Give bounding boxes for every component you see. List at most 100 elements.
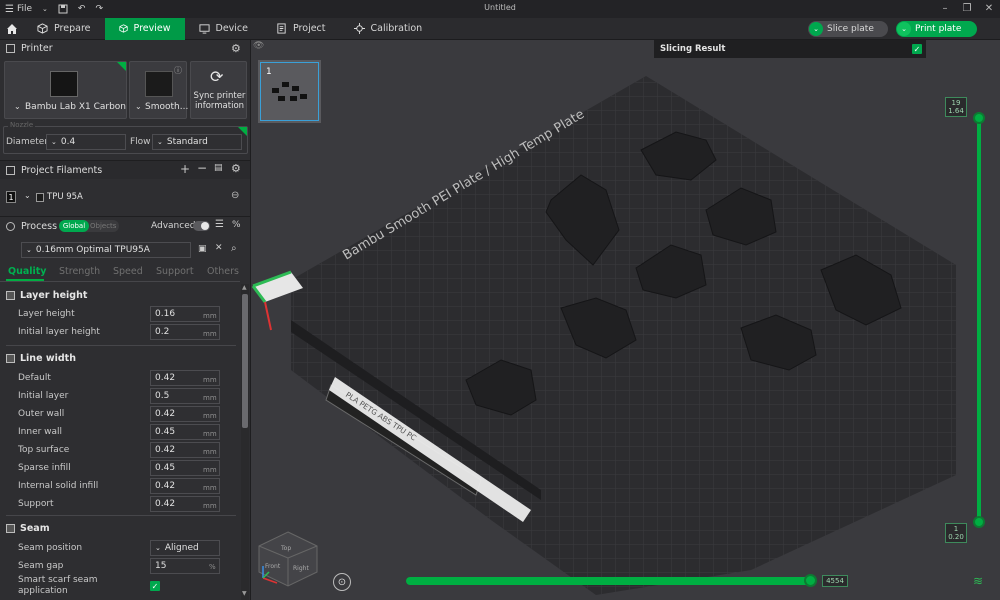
layer-slider-bottom-handle[interactable] <box>973 516 985 528</box>
toggle-global[interactable]: Global <box>59 220 89 232</box>
plate-thumbnail-panel[interactable]: 1 <box>256 58 323 125</box>
add-filament-button[interactable]: + <box>180 162 190 176</box>
filament-color-swatch <box>36 193 44 202</box>
undo-icon: ↶ <box>77 4 86 14</box>
smart-scarf-checkbox[interactable]: ✓ <box>150 581 160 591</box>
close-icon[interactable]: ✕ <box>215 243 223 253</box>
plate-name: Smooth... <box>145 102 189 112</box>
group-title-label: Seam <box>20 523 50 534</box>
selected-corner-badge <box>117 62 126 71</box>
setting-unit: mm <box>203 430 217 438</box>
move-slider-track[interactable] <box>406 577 816 585</box>
project-icon <box>277 23 286 34</box>
chevron-down-icon[interactable]: ⌄ <box>809 22 823 36</box>
slicing-result-label: Slicing Result <box>660 44 726 54</box>
info-icon[interactable]: ⓘ <box>174 65 182 76</box>
subtab-speed[interactable]: Speed <box>113 266 143 277</box>
diameter-select[interactable]: ⌄ 0.4 <box>46 134 126 150</box>
toggle-objects[interactable]: Objects <box>90 220 116 232</box>
hamburger-icon: ☰ <box>5 3 14 15</box>
close-icon[interactable]: ✕ <box>978 0 1000 18</box>
gear-icon[interactable]: ⚙ <box>231 162 241 175</box>
minimize-icon[interactable]: – <box>934 0 956 18</box>
print-plate-button[interactable]: ⌄ Print plate <box>896 21 977 37</box>
process-section-title: Process <box>21 221 58 232</box>
setting-label: Default <box>18 373 51 383</box>
advanced-toggle[interactable] <box>193 221 210 231</box>
scrollbar-thumb[interactable] <box>242 294 248 428</box>
chevron-down-icon: ⌄ <box>26 246 32 254</box>
remove-filament-button[interactable]: − <box>197 161 207 175</box>
chevron-down-icon: ⌄ <box>155 544 161 552</box>
view-cube-top[interactable]: Top <box>280 545 291 552</box>
camera-focus-icon[interactable]: ⊙ <box>333 573 351 591</box>
chevron-down-icon: ⌄ <box>14 102 21 111</box>
view-cube[interactable]: Top Front Right <box>255 528 321 590</box>
group-layer-height: Layer height <box>6 290 87 301</box>
setting-value: 0.42 <box>155 481 176 491</box>
3d-viewport[interactable]: Bambu Smooth PEI Plate / High Temp Plate… <box>251 40 1000 600</box>
plate-scene[interactable]: Bambu Smooth PEI Plate / High Temp Plate… <box>251 40 1000 600</box>
seam-position-select[interactable]: ⌄ Aligned <box>150 540 220 556</box>
layer-slider-top-handle[interactable] <box>973 112 985 124</box>
layer-bottom-height: 0.20 <box>948 533 964 541</box>
diameter-label: Diameter <box>6 137 49 147</box>
scroll-up-icon[interactable]: ▲ <box>242 284 247 291</box>
line-width-icon <box>6 354 15 363</box>
tab-prepare[interactable]: Prepare <box>23 18 105 40</box>
view-cube-front[interactable]: Front <box>265 563 281 570</box>
setting-label: Sparse infill <box>18 463 71 473</box>
printer-thumbnail <box>50 71 78 97</box>
undo-button[interactable]: ↶ <box>73 0 91 18</box>
remove-circle-icon[interactable]: ⊖ <box>231 190 239 201</box>
restore-icon[interactable]: ❐ <box>956 0 978 18</box>
tab-preview[interactable]: Preview <box>104 17 185 40</box>
printer-card[interactable]: ⌄ Bambu Lab X1 Carbon <box>4 61 127 119</box>
layers-icon[interactable]: ≋ <box>973 574 983 588</box>
home-icon <box>7 24 17 34</box>
settings-scrollbar[interactable]: ▲ ▼ <box>241 284 249 600</box>
plate-card[interactable]: ⓘ ⌄ Smooth... <box>129 61 189 119</box>
slicing-result-bar[interactable]: Slicing Result ✓ <box>654 40 926 58</box>
layer-top-label: 19 1.64 <box>945 97 967 117</box>
slice-plate-button[interactable]: ⌄ Slice plate <box>808 21 888 37</box>
filament-sync-icon[interactable]: ▤ <box>214 163 223 173</box>
tab-device[interactable]: Device <box>185 18 263 40</box>
home-button[interactable] <box>0 18 23 40</box>
move-slider-handle[interactable] <box>804 574 817 587</box>
subtab-quality[interactable]: Quality <box>8 266 47 277</box>
tab-calibration[interactable]: Calibration <box>340 18 437 40</box>
search-icon[interactable]: ⌕ <box>231 243 237 254</box>
flow-select[interactable]: ⌄ Standard <box>152 134 242 150</box>
chevron-down-icon[interactable]: ⌄ <box>897 22 911 36</box>
scroll-down-icon[interactable]: ▼ <box>242 590 247 597</box>
subtab-support[interactable]: Support <box>156 266 194 277</box>
save-button[interactable] <box>53 0 73 18</box>
collapse-sidebar-icon[interactable]: 👁 <box>253 41 264 51</box>
filament-name: TPU 95A <box>47 192 83 202</box>
global-objects-toggle[interactable]: Global Objects <box>59 220 119 232</box>
tab-project[interactable]: Project <box>262 18 340 40</box>
percent-icon[interactable]: % <box>232 220 241 230</box>
subtab-strength[interactable]: Strength <box>59 266 100 277</box>
setting-label: Inner wall <box>18 427 63 437</box>
process-profile-select[interactable]: ⌄ 0.16mm Optimal TPU95A <box>21 242 191 258</box>
layer-slider-track[interactable] <box>977 112 981 524</box>
view-cube-right[interactable]: Right <box>293 565 309 572</box>
gear-icon[interactable]: ⚙ <box>231 42 241 55</box>
sync-printer-button[interactable]: ⟳ Sync printer information <box>190 61 247 119</box>
file-menu[interactable]: ☰ File ⌄ <box>0 0 53 18</box>
setting-label: Outer wall <box>18 409 65 419</box>
filament-row[interactable]: 1 ⌄ TPU 95A ⊖ <box>6 190 246 205</box>
setting-unit: mm <box>203 502 217 510</box>
plate-thumb-parts <box>272 82 307 101</box>
printer-section-title: Printer <box>21 43 53 54</box>
subtab-others[interactable]: Others <box>207 266 239 277</box>
group-line-width: Line width <box>6 353 76 364</box>
window-controls: – ❐ ✕ <box>934 0 1000 18</box>
chevron-down-icon: ⌄ <box>24 191 31 200</box>
slicing-result-checkbox[interactable]: ✓ <box>912 44 922 54</box>
list-icon[interactable]: ☰ <box>215 219 224 230</box>
redo-button[interactable]: ↷ <box>90 0 108 18</box>
save-profile-icon[interactable]: ▣ <box>198 244 207 254</box>
